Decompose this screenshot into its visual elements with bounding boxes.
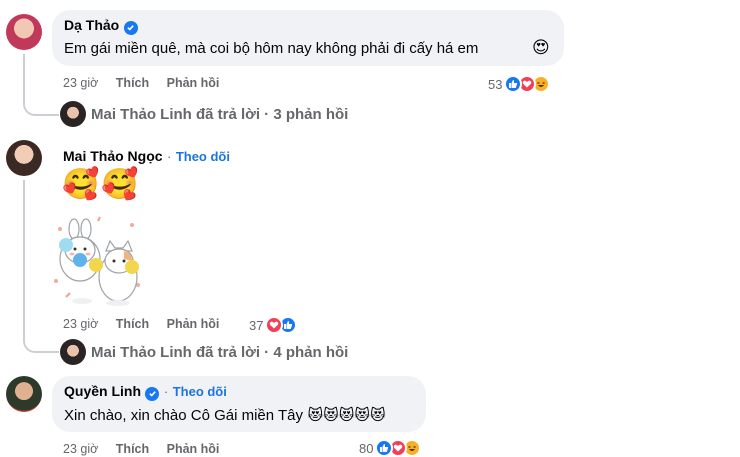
- like-button[interactable]: Thích: [116, 442, 149, 456]
- sticker-emojis: 🥰🥰: [62, 168, 141, 201]
- reply-button[interactable]: Phản hồi: [167, 76, 220, 90]
- verified-badge-icon: [145, 386, 160, 401]
- reaction-count: 53: [488, 76, 503, 92]
- follow-button[interactable]: Theo dõi: [173, 384, 227, 399]
- follow-button[interactable]: Theo dõi: [176, 149, 230, 164]
- heart-eyes-emoji: 😍: [532, 38, 550, 57]
- reaction-count: 80: [359, 440, 374, 456]
- reaction-summary[interactable]: 37: [249, 314, 298, 336]
- comment-time[interactable]: 23 giờ: [63, 317, 98, 331]
- comment-text: Xin chào, xin chào Cô Gái miền Tây: [64, 407, 304, 424]
- comment-author[interactable]: Dạ Thảo: [64, 17, 119, 33]
- like-button[interactable]: Thích: [116, 76, 149, 90]
- comment-bubble: Quyền Linh · Theo dõi Xin chào, xin chào…: [52, 376, 426, 432]
- avatar-quyen-linh[interactable]: [6, 376, 42, 412]
- reaction-count: 37: [249, 317, 264, 333]
- verified-badge-icon: [123, 20, 138, 35]
- avatar-mai-thao-linh[interactable]: [60, 339, 86, 365]
- reply-button[interactable]: Phản hồi: [167, 442, 220, 456]
- reaction-summary[interactable]: 80: [359, 437, 422, 457]
- avatar-da-thao[interactable]: [6, 14, 42, 50]
- comment-author[interactable]: Quyền Linh: [64, 383, 141, 399]
- cat-emojis: 😻😻😻😻😻: [307, 407, 386, 424]
- avatar-mai-thao-linh[interactable]: [60, 101, 86, 127]
- reaction-summary[interactable]: 53: [488, 73, 551, 95]
- comment-time[interactable]: 23 giờ: [63, 76, 98, 90]
- view-replies-link[interactable]: Mai Thảo Linh đã trả lời · 4 phản hồi: [91, 344, 348, 361]
- comment-bubble: Dạ Thảo Em gái miền quê, mà coi bộ hôm n…: [52, 10, 564, 66]
- avatar-mai-thao-ngoc[interactable]: [6, 140, 42, 176]
- comment-text: Em gái miền quê, mà coi bộ hôm nay không…: [64, 40, 479, 57]
- thread-connector: [23, 54, 59, 116]
- like-button[interactable]: Thích: [116, 317, 149, 331]
- bunny-cat-sticker[interactable]: [52, 215, 144, 307]
- comment-time[interactable]: 23 giờ: [63, 442, 98, 456]
- comment-author[interactable]: Mai Thảo Ngọc: [63, 148, 163, 164]
- reply-button[interactable]: Phản hồi: [167, 317, 220, 331]
- view-replies-link[interactable]: Mai Thảo Linh đã trả lời · 3 phản hồi: [91, 106, 348, 123]
